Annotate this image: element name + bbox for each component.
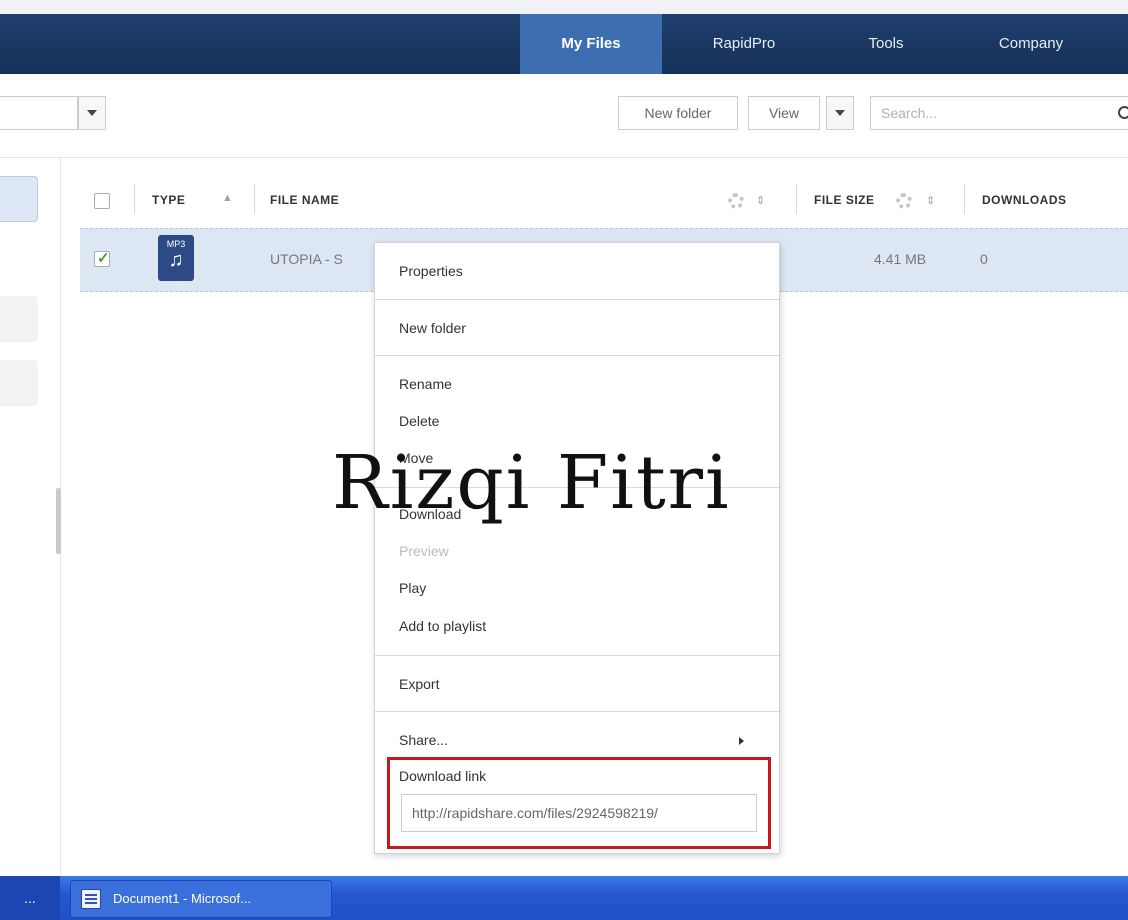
menu-item-add-to-playlist[interactable]: Add to playlist [399, 618, 486, 634]
tab-rapidpro[interactable]: RapidPro [684, 14, 804, 74]
taskbar-overflow-button[interactable]: ... [0, 876, 60, 920]
watermark-text: Rizqi Fitri [332, 440, 731, 526]
sidebar-item-selected[interactable] [0, 176, 38, 222]
menu-item-export[interactable]: Export [399, 676, 439, 692]
column-header-type[interactable]: TYPE [152, 193, 185, 207]
word-document-icon [81, 889, 101, 909]
column-divider [254, 184, 255, 214]
menu-item-new-folder[interactable]: New folder [399, 320, 466, 336]
search-input[interactable] [870, 96, 1128, 130]
file-name-cell[interactable]: UTOPIA - S [270, 251, 343, 267]
row-checkbox[interactable]: ✓ [94, 250, 110, 267]
table-header: TYPE ▲ FILE NAME ⇕ FILE SIZE ⇕ DOWNLOADS [80, 176, 1128, 226]
sort-asc-icon[interactable]: ▲ [222, 192, 233, 204]
top-nav-bar: My Files RapidPro Tools Company [0, 0, 1128, 74]
checkmark-icon: ✓ [97, 250, 110, 267]
new-folder-button[interactable]: New folder [618, 96, 738, 130]
file-type-label: MP3 [166, 239, 186, 249]
music-note-icon: ♫ [168, 249, 184, 271]
sidebar-item[interactable] [0, 296, 38, 342]
menu-item-preview: Preview [399, 543, 449, 559]
menu-item-share[interactable]: Share... [399, 732, 448, 748]
tab-my-files[interactable]: My Files [520, 14, 662, 74]
folder-select-dropdown-button[interactable] [78, 96, 106, 130]
folder-select[interactable] [0, 96, 78, 130]
chevron-right-icon [739, 737, 744, 745]
chevron-down-icon [87, 110, 97, 116]
menu-separator [375, 355, 779, 356]
select-all-checkbox[interactable] [94, 193, 110, 209]
sort-icon[interactable]: ⇕ [756, 194, 765, 207]
toolbar: New folder View [0, 74, 1128, 158]
column-header-file-name[interactable]: FILE NAME [270, 193, 339, 207]
column-divider [964, 184, 965, 214]
tab-company[interactable]: Company [966, 14, 1096, 74]
view-dropdown-button[interactable] [826, 96, 854, 130]
column-header-file-size[interactable]: FILE SIZE [814, 193, 875, 207]
download-link-field[interactable] [401, 794, 757, 832]
sort-icon[interactable]: ⇕ [926, 194, 935, 207]
menu-item-play[interactable]: Play [399, 580, 426, 596]
search-icon[interactable] [1118, 106, 1128, 119]
taskbar-document-label: Document1 - Microsof... [113, 891, 251, 906]
download-link-label: Download link [399, 768, 487, 784]
view-button[interactable]: View [748, 96, 820, 130]
menu-separator [375, 299, 779, 300]
column-divider [134, 184, 135, 214]
windows-taskbar: ... Document1 - Microsof... [0, 876, 1128, 920]
menu-item-rename[interactable]: Rename [399, 376, 452, 392]
menu-item-properties[interactable]: Properties [399, 263, 463, 279]
menu-item-delete[interactable]: Delete [399, 413, 439, 429]
file-size-cell: 4.41 MB [874, 251, 927, 267]
menu-separator [375, 655, 779, 656]
column-divider [796, 184, 797, 214]
column-header-downloads[interactable]: DOWNLOADS [982, 193, 1067, 207]
tab-tools[interactable]: Tools [836, 14, 936, 74]
sidebar-resize-handle[interactable] [56, 488, 61, 554]
taskbar-document-button[interactable]: Document1 - Microsof... [70, 880, 332, 918]
context-menu: Properties New folder Rename Delete Move… [374, 242, 780, 854]
gear-icon[interactable] [896, 193, 912, 209]
sidebar-item[interactable] [0, 360, 38, 406]
chevron-down-icon [835, 110, 845, 116]
menu-separator [375, 711, 779, 712]
gear-icon[interactable] [728, 193, 744, 209]
mp3-file-icon: MP3 ♫ [158, 235, 194, 281]
downloads-cell: 0 [980, 251, 988, 267]
